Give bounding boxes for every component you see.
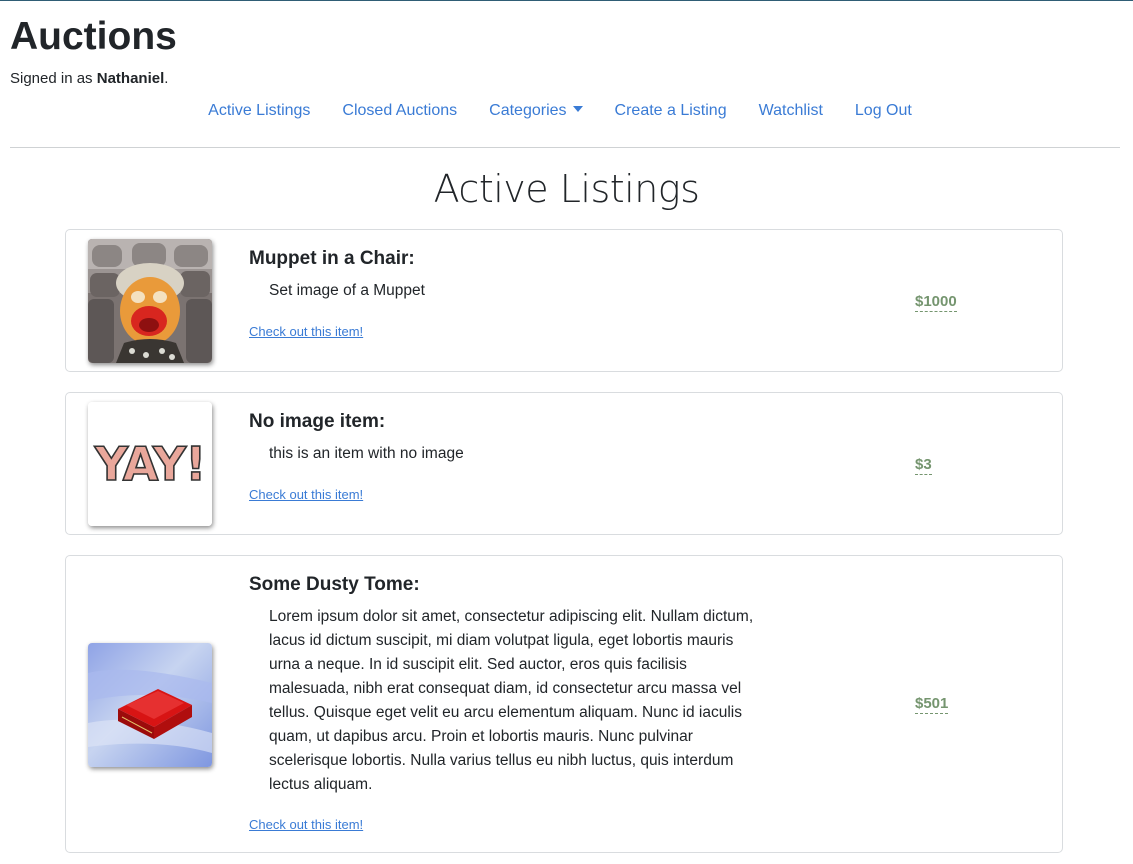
listing-card: Muppet in a Chair: Set image of a Muppet…: [65, 229, 1063, 372]
header-divider: [10, 147, 1120, 148]
signed-in-suffix: .: [164, 70, 169, 87]
nav-log-out[interactable]: Log Out: [839, 100, 928, 122]
username: Nathaniel: [96, 70, 165, 87]
listing-price: $1000: [915, 293, 957, 312]
listing-image-placeholder[interactable]: YAY!: [88, 402, 212, 526]
listing-name: No image item:: [249, 411, 386, 432]
listing-card: YAY! No image item: this is an item with…: [65, 392, 1063, 535]
page-title: Active Listings: [433, 167, 700, 211]
nav-watchlist[interactable]: Watchlist: [743, 100, 839, 122]
caret-down-icon: [572, 106, 583, 112]
nav-closed-auctions[interactable]: Closed Auctions: [326, 100, 473, 122]
listing-description: this is an item with no image: [269, 445, 464, 462]
listing-link[interactable]: Check out this item!: [249, 816, 363, 834]
listing-name: Muppet in a Chair:: [249, 248, 415, 269]
listing-price: $3: [915, 456, 932, 475]
listing-image-book[interactable]: [88, 643, 212, 767]
signed-in-status: Signed in as Nathaniel.: [10, 69, 168, 89]
main-nav: Active Listings Closed Auctions Categori…: [0, 100, 1120, 122]
red-book-image: [88, 643, 212, 767]
listing-card: Some Dusty Tome: Lorem ipsum dolor sit a…: [65, 555, 1063, 853]
signed-in-prefix: Signed in as: [10, 70, 97, 87]
nav-create-listing[interactable]: Create a Listing: [599, 100, 743, 122]
nav-categories-label: Categories: [489, 102, 567, 119]
listing-price: $501: [915, 695, 949, 714]
nav-categories-dropdown[interactable]: Categories: [473, 100, 598, 122]
listing-link[interactable]: Check out this item!: [249, 486, 363, 504]
yay-text: YAY!: [94, 437, 205, 491]
yay-image: YAY!: [88, 402, 212, 526]
site-title: Auctions: [10, 15, 177, 58]
listing-image-muppet[interactable]: [88, 239, 212, 363]
muppet-image: [88, 239, 212, 363]
listing-name: Some Dusty Tome:: [249, 574, 420, 595]
listing-link[interactable]: Check out this item!: [249, 323, 363, 341]
listing-description: Set image of a Muppet: [269, 282, 425, 299]
nav-active-listings[interactable]: Active Listings: [192, 100, 326, 122]
listing-description: Lorem ipsum dolor sit amet, consectetur …: [269, 608, 754, 793]
